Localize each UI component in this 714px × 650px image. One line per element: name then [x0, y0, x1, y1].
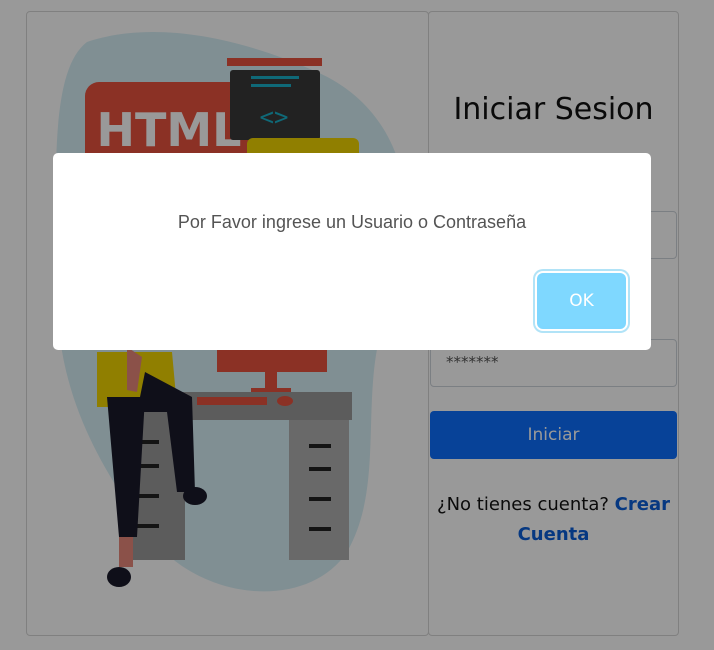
alert-dialog: Por Favor ingrese un Usuario o Contraseñ… — [53, 153, 651, 350]
ok-button[interactable]: OK — [537, 273, 626, 329]
alert-message: Por Favor ingrese un Usuario o Contraseñ… — [177, 212, 527, 232]
